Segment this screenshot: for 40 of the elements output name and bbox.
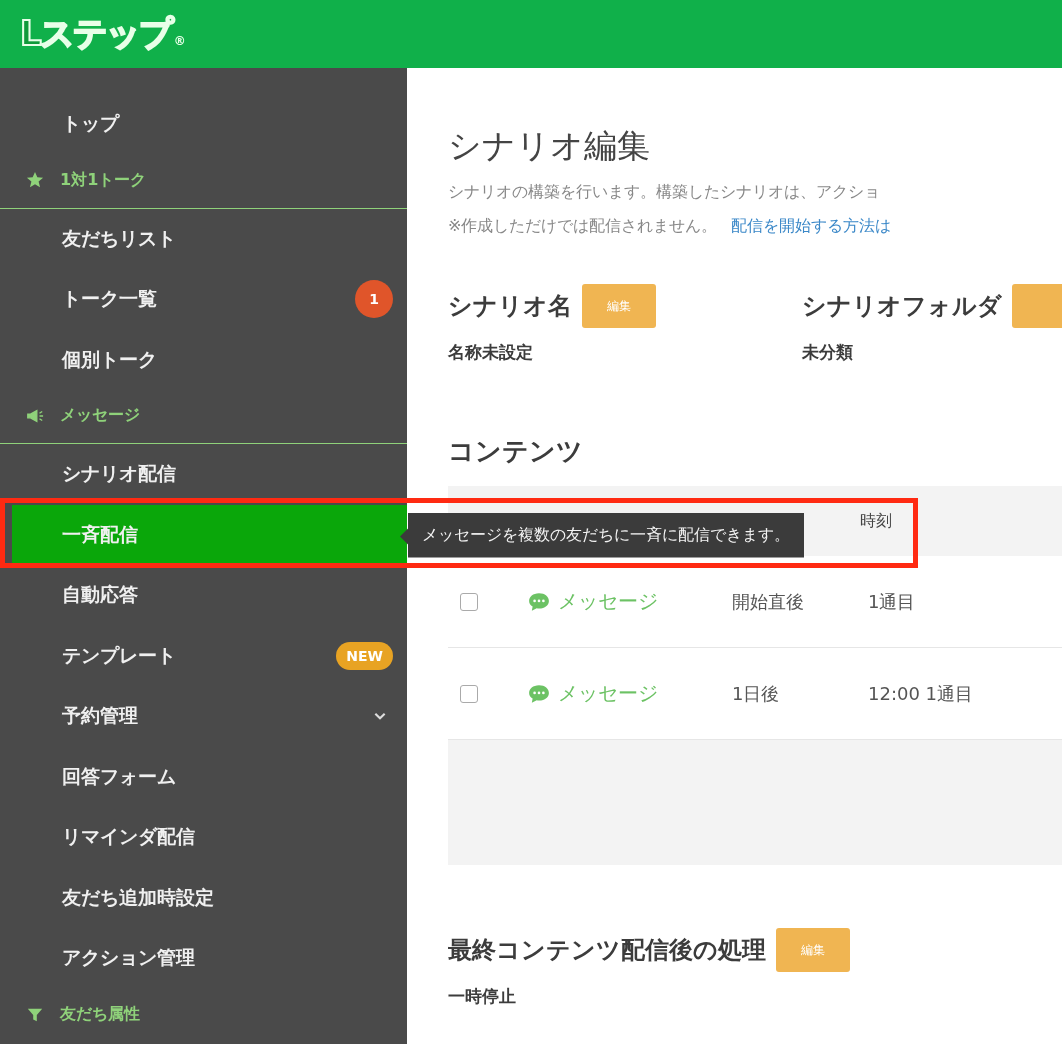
help-link[interactable]: 配信を開始する方法は xyxy=(731,216,892,235)
note-text: ※作成しただけでは配信されません。 xyxy=(448,216,718,235)
chat-bubble-icon xyxy=(528,591,550,612)
checkbox[interactable] xyxy=(460,684,478,703)
checkbox[interactable] xyxy=(460,592,478,611)
field-heading: シナリオ名 xyxy=(448,291,572,322)
sidebar-item[interactable]: テンプレート NEW xyxy=(0,625,407,686)
table-cell-text: 1日後 xyxy=(732,681,781,706)
description-text: シナリオの構築を行います。構築したシナリオは、アクショ xyxy=(448,181,881,203)
count-badge: 1 xyxy=(355,280,393,319)
sidebar-item[interactable]: 友だち追加時設定 xyxy=(0,867,407,928)
sidebar-item[interactable]: シナリオ配信 xyxy=(0,444,407,505)
section-heading: 最終コンテンツ配信後の処理 xyxy=(448,935,766,966)
sidebar-item[interactable]: 予約管理 xyxy=(0,686,407,747)
tooltip: メッセージを複数の友だちに一斉に配信できます。 xyxy=(400,512,804,558)
sidebar-item[interactable]: 友だちリスト xyxy=(0,208,407,269)
star-icon xyxy=(26,171,44,189)
field-value: 未分類 xyxy=(802,341,854,364)
sidebar-item[interactable]: アクション管理 xyxy=(0,928,407,989)
sidebar-item[interactable]: 回答フォーム xyxy=(0,746,407,807)
field-value: 名称未設定 xyxy=(448,341,534,364)
registered-mark: ® xyxy=(173,34,184,48)
section-heading: コンテンツ xyxy=(448,435,584,468)
sidebar-item[interactable]: リマインダ配信 xyxy=(0,807,407,868)
sidebar-item[interactable]: 個別トーク xyxy=(0,329,407,390)
table-cell-text: 1通目 xyxy=(868,589,917,614)
field-heading: シナリオフォルダ xyxy=(802,291,1002,322)
sidebar-section-label: 友だち属性 xyxy=(60,1004,140,1025)
table-cell-text: 開始直後 xyxy=(732,589,805,614)
field-value: 一時停止 xyxy=(448,985,517,1008)
sidebar-section-label: 1対1トーク xyxy=(60,169,147,191)
new-badge: NEW xyxy=(336,641,393,670)
sidebar-section-label: メッセージ xyxy=(60,405,140,426)
chat-bubble-icon xyxy=(528,683,550,704)
sidebar-item[interactable]: 自動応答 xyxy=(0,565,407,626)
page-title: シナリオ編集 xyxy=(448,125,651,167)
sidebar-item[interactable]: トーク一覧 1 xyxy=(0,269,407,330)
column-header: 時刻 xyxy=(860,510,892,532)
sidebar-item[interactable]: トップ xyxy=(0,94,407,155)
table-cell-text: 12:00 1通目 xyxy=(868,681,975,706)
